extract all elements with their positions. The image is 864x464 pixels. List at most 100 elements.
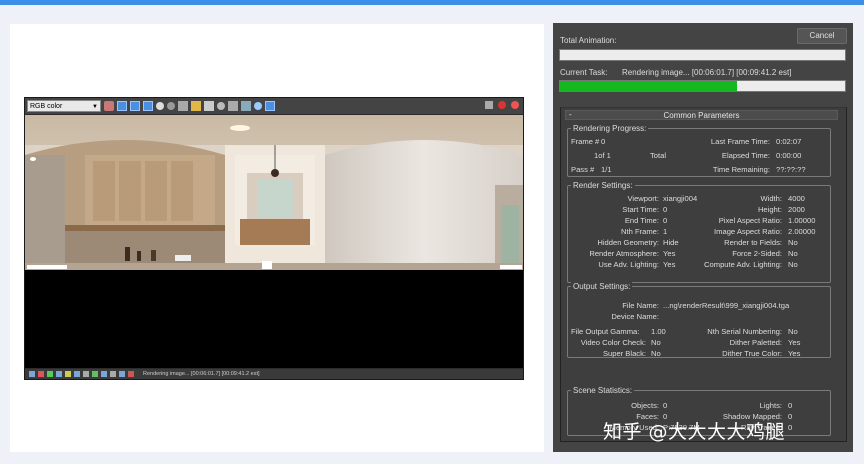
dither-true-color-label: Dither True Color: — [722, 349, 782, 358]
zhihu-watermark: 知乎 @大大大大鸡腿 — [603, 421, 786, 443]
mono-channel-icon[interactable] — [167, 102, 175, 110]
one-of-label: 1of 1 — [594, 151, 611, 160]
copy-icon[interactable] — [204, 101, 214, 111]
elapsed-time-value: 0:00:00 — [776, 151, 802, 160]
dither-true-color-value: Yes — [788, 349, 801, 358]
region-icon[interactable] — [228, 101, 238, 111]
frame-label: Frame # — [571, 137, 600, 146]
status-icon-9[interactable] — [101, 371, 107, 377]
status-icon-1[interactable] — [29, 371, 35, 377]
objects-value: 0 — [663, 401, 668, 410]
dither-paletted-value: Yes — [788, 338, 801, 347]
cancel-button[interactable]: Cancel — [797, 28, 847, 44]
status-icon-6[interactable] — [74, 371, 80, 377]
status-icon-4[interactable] — [56, 371, 62, 377]
track-mouse-icon[interactable] — [241, 101, 251, 111]
nth-frame-value: 1 — [663, 227, 668, 236]
file-output-gamma-label: File Output Gamma: — [571, 327, 640, 336]
width-value: 4000 — [788, 194, 805, 203]
status-icon-3[interactable] — [47, 371, 53, 377]
nth-serial-label: Nth Serial Numbering: — [707, 327, 782, 336]
red-channel-icon[interactable] — [117, 101, 127, 111]
save-image-icon[interactable] — [178, 101, 188, 111]
time-remaining-label: Time Remaining: — [712, 165, 770, 174]
pass-value: 1/1 — [601, 165, 612, 174]
height-label: Height: — [757, 205, 782, 214]
status-icon-8[interactable] — [92, 371, 98, 377]
end-time-label: End Time: — [624, 216, 659, 225]
display-icon[interactable] — [254, 102, 262, 110]
top-accent-bar — [0, 0, 864, 5]
image-aspect-label: Image Aspect Ratio: — [714, 227, 782, 236]
status-icon-12[interactable] — [128, 371, 134, 377]
current-task-label: Current Task: — [560, 68, 608, 77]
rendering-progress-title: Rendering Progress: — [571, 124, 649, 133]
render-region-icon[interactable] — [485, 101, 493, 109]
rendering-dialog: Total Animation: Cancel Current Task: Re… — [553, 23, 853, 452]
color-picker-icon[interactable] — [104, 101, 114, 111]
last-frame-time-label: Last Frame Time: — [710, 137, 770, 146]
green-channel-icon[interactable] — [130, 101, 140, 111]
adv-lighting-label: Use Adv. Lighting: — [598, 260, 659, 269]
frame-buffer-window: RGB color ▼ Rendering image... [00:06:01… — [24, 97, 524, 380]
frame-buffer-status-bar: Rendering image... [00:06:01.7] [00:09:4… — [25, 369, 523, 379]
super-black-value: No — [651, 349, 661, 358]
clear-icon[interactable] — [217, 102, 225, 110]
current-task-progress — [559, 80, 846, 92]
status-icon-10[interactable] — [110, 371, 116, 377]
common-parameters-header[interactable]: - Common Parameters — [565, 110, 838, 120]
ray-traced-value: 0 — [788, 423, 793, 432]
frame-value: 0 — [601, 137, 606, 146]
render-fields-label: Render to Fields: — [724, 238, 782, 247]
compute-adv-lighting-value: No — [788, 260, 798, 269]
blue-channel-icon[interactable] — [143, 101, 153, 111]
history-icon[interactable] — [265, 101, 275, 111]
frame-buffer-toolbar: RGB color ▼ — [25, 98, 523, 114]
hidden-geometry-label: Hidden Geometry: — [597, 238, 659, 247]
common-parameters-rollout: - Common Parameters Rendering Progress: … — [560, 107, 847, 442]
common-parameters-title: Common Parameters — [663, 111, 740, 120]
time-remaining-value: ??:??:?? — [776, 165, 806, 174]
unrendered-area — [25, 270, 523, 368]
start-time-value: 0 — [663, 205, 668, 214]
render-atmosphere-label: Render Atmosphere: — [589, 249, 659, 258]
collapse-icon[interactable]: - — [569, 110, 572, 119]
scene-statistics-title: Scene Statistics: — [571, 386, 635, 395]
render-fields-value: No — [788, 238, 798, 247]
alpha-channel-icon[interactable] — [156, 102, 164, 110]
render-settings-group: Render Settings: Viewport: xiangji004 Wi… — [567, 181, 831, 283]
start-time-label: Start Time: — [622, 205, 659, 214]
output-settings-group: Output Settings: File Name: ...ng\render… — [567, 282, 831, 358]
lights-value: 0 — [788, 401, 793, 410]
folder-icon[interactable] — [191, 101, 201, 111]
objects-label: Objects: — [631, 401, 659, 410]
rendered-image — [25, 115, 523, 270]
pass-label: Pass # — [571, 165, 595, 174]
current-task-progress-fill — [560, 81, 737, 91]
dither-paletted-label: Dither Paletted: — [729, 338, 782, 347]
output-settings-title: Output Settings: — [571, 282, 633, 291]
super-black-label: Super Black: — [602, 349, 646, 358]
lights-label: Lights: — [759, 401, 782, 410]
channel-select[interactable]: RGB color ▼ — [27, 100, 101, 112]
status-icon-5[interactable] — [65, 371, 71, 377]
pixel-aspect-value: 1.00000 — [788, 216, 816, 225]
status-icon-7[interactable] — [83, 371, 89, 377]
shadow-mapped-value: 0 — [788, 412, 793, 421]
image-aspect-value: 2.00000 — [788, 227, 816, 236]
height-value: 2000 — [788, 205, 805, 214]
status-icon-11[interactable] — [119, 371, 125, 377]
pixel-aspect-label: Pixel Aspect Ratio: — [718, 216, 782, 225]
render-icon[interactable] — [511, 101, 519, 109]
end-time-value: 0 — [663, 216, 668, 225]
compute-adv-lighting-label: Compute Adv. Lighting: — [704, 260, 782, 269]
rendering-progress-group: Rendering Progress: Frame # 0 Last Frame… — [567, 124, 831, 177]
hidden-geometry-value: Hide — [663, 238, 679, 247]
current-task-value: Rendering image... [00:06:01.7] [00:09:4… — [622, 68, 792, 77]
render-atmosphere-value: Yes — [663, 249, 676, 258]
force-2sided-value: No — [788, 249, 798, 258]
file-output-gamma-value: 1.00 — [651, 327, 666, 336]
status-icon-2[interactable] — [38, 371, 44, 377]
stop-render-icon[interactable] — [498, 101, 506, 109]
device-name-label: Device Name: — [611, 312, 659, 321]
